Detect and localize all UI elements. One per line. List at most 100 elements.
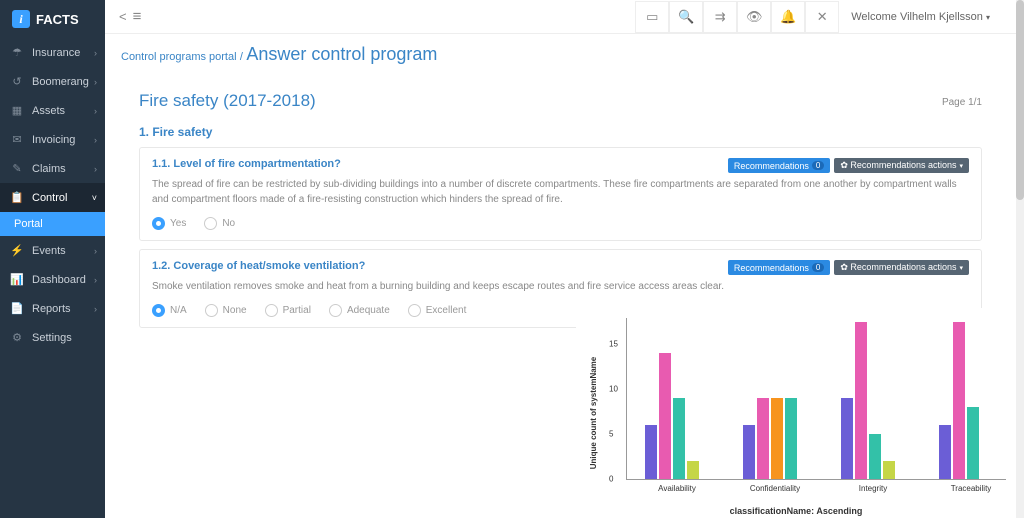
menu-icon[interactable]: ≡ <box>133 8 142 25</box>
chart-group <box>939 322 979 480</box>
insurance-icon: ☂ <box>10 46 24 59</box>
scrollbar[interactable] <box>1016 0 1024 518</box>
radio-label: None <box>223 305 247 316</box>
section-title: 1. Fire safety <box>139 125 982 139</box>
invoicing-icon: ✉ <box>10 133 24 146</box>
list-icon[interactable]: ⇉ <box>703 1 737 33</box>
page-title: Answer control program <box>246 44 437 64</box>
radio-label: Yes <box>170 218 186 229</box>
radio-option-no[interactable]: No <box>204 217 235 230</box>
question-title: 1.2. Coverage of heat/smoke ventilation? <box>152 260 728 272</box>
sidebar-item-label: Events <box>32 245 66 257</box>
radio-circle-icon <box>408 304 421 317</box>
recommendations-button[interactable]: Recommendations 0 <box>728 260 831 275</box>
chevron-icon: › <box>94 304 97 314</box>
sidebar-item-control[interactable]: 📋Control˅ <box>0 183 105 212</box>
events-icon: ⚡ <box>10 244 24 257</box>
chart-category-label: Integrity <box>833 484 913 493</box>
radio-circle-icon <box>205 304 218 317</box>
content-area: Control programs portal / Answer control… <box>105 34 1016 518</box>
sidebar-item-reports[interactable]: 📄Reports› <box>0 294 105 323</box>
user-menu[interactable]: Welcome Vilhelm Kjellsson ▾ <box>839 11 1002 23</box>
chart-group <box>841 322 895 480</box>
control-icon: 📋 <box>10 191 24 204</box>
chevron-icon: › <box>94 275 97 285</box>
assets-icon: ▦ <box>10 104 24 117</box>
chevron-icon: › <box>94 77 97 87</box>
recommendations-button[interactable]: Recommendations 0 <box>728 158 831 173</box>
chart-category-label: Availability <box>637 484 717 493</box>
topbar: < ≡ ▭ 🔍 ⇉ 👁 🔔 ✕ Welcome Vilhelm Kjellsso… <box>105 0 1016 34</box>
chevron-icon: › <box>94 48 97 58</box>
sidebar-item-insurance[interactable]: ☂ Insurance › <box>0 38 105 67</box>
recommendations-actions-button[interactable]: ✿ Recommendations actions ▾ <box>834 260 969 275</box>
eye-icon[interactable]: 👁 <box>737 1 771 33</box>
chart-xlabel: classificationName: Ascending <box>730 506 863 516</box>
brand-name: FACTS <box>36 12 79 27</box>
chart: Unique count of systemName 051015Availab… <box>576 308 1016 518</box>
card-icon[interactable]: ▭ <box>635 1 669 33</box>
back-icon[interactable]: < <box>119 9 127 24</box>
sidebar-item-label: Invoicing <box>32 134 75 146</box>
chart-ytick: 0 <box>609 475 613 484</box>
question-desc: The spread of fire can be restricted by … <box>152 177 969 207</box>
chevron-icon: › <box>94 164 97 174</box>
radio-label: No <box>222 218 235 229</box>
settings-icon: ⚙ <box>10 331 24 344</box>
sidebar-item-claims[interactable]: ✎ Claims › <box>0 154 105 183</box>
search-icon[interactable]: 🔍 <box>669 1 703 33</box>
radio-circle-icon <box>329 304 342 317</box>
sidebar-item-settings[interactable]: ⚙Settings <box>0 323 105 352</box>
radio-option-na[interactable]: N/A <box>152 304 187 317</box>
chart-bar <box>757 398 769 479</box>
chart-bar <box>953 322 965 480</box>
sidebar-item-dashboard[interactable]: 📊 Dashboard › <box>0 265 105 294</box>
page-indicator: Page 1/1 <box>942 97 982 108</box>
sidebar-item-assets[interactable]: ▦Assets› <box>0 96 105 125</box>
chart-bar <box>883 461 895 479</box>
sidebar-item-label: Dashboard <box>32 274 86 286</box>
question-box: 1.1. Level of fire compartmentation?Reco… <box>139 147 982 241</box>
chart-bar <box>841 398 853 479</box>
sidebar-item-label: Insurance <box>32 47 80 59</box>
sidebar-item-portal[interactable]: Portal <box>0 212 105 236</box>
chart-bar <box>673 398 685 479</box>
breadcrumb-sep: / <box>240 51 243 63</box>
radio-option-partial[interactable]: Partial <box>265 304 311 317</box>
sidebar-item-label: Boomerang <box>32 76 89 88</box>
chart-category-label: Traceability <box>931 484 1011 493</box>
dashboard-icon: 📊 <box>10 273 24 286</box>
bell-icon[interactable]: 🔔 <box>771 1 805 33</box>
chevron-icon: › <box>94 106 97 116</box>
chart-bar <box>855 322 867 480</box>
chart-bar <box>659 353 671 479</box>
radio-option-excellent[interactable]: Excellent <box>408 304 467 317</box>
claims-icon: ✎ <box>10 162 24 175</box>
radio-label: Excellent <box>426 305 467 316</box>
chevron-icon: › <box>94 135 97 145</box>
sidebar-item-label: Claims <box>32 163 66 175</box>
radio-option-none[interactable]: None <box>205 304 247 317</box>
sidebar-item-label: Control <box>32 192 67 204</box>
info-icon: i <box>12 10 30 28</box>
sidebar-item-label: Portal <box>14 218 43 230</box>
chart-ylabel: Unique count of systemName <box>589 357 598 469</box>
close-icon[interactable]: ✕ <box>805 1 839 33</box>
radio-label: Adequate <box>347 305 390 316</box>
sidebar: i FACTS ☂Insurance›↺Boomerang›▦Assets›✉I… <box>0 0 105 518</box>
recommendations-actions-button[interactable]: ✿ Recommendations actions ▾ <box>834 158 969 173</box>
scrollbar-thumb[interactable] <box>1016 0 1024 200</box>
chart-bar <box>967 407 979 479</box>
radio-option-yes[interactable]: Yes <box>152 217 186 230</box>
sidebar-item-invoicing[interactable]: ✉ Invoicing › <box>0 125 105 154</box>
chart-ytick: 5 <box>609 430 613 439</box>
chart-bar <box>785 398 797 479</box>
chart-category-label: Confidentiality <box>735 484 815 493</box>
sidebar-item-boomerang[interactable]: ↺Boomerang› <box>0 67 105 96</box>
chart-group <box>645 353 699 479</box>
radio-label: Partial <box>283 305 311 316</box>
radio-option-adequate[interactable]: Adequate <box>329 304 390 317</box>
sidebar-item-events[interactable]: ⚡Events› <box>0 236 105 265</box>
chart-group <box>743 398 797 479</box>
breadcrumb-parent[interactable]: Control programs portal <box>121 51 237 63</box>
